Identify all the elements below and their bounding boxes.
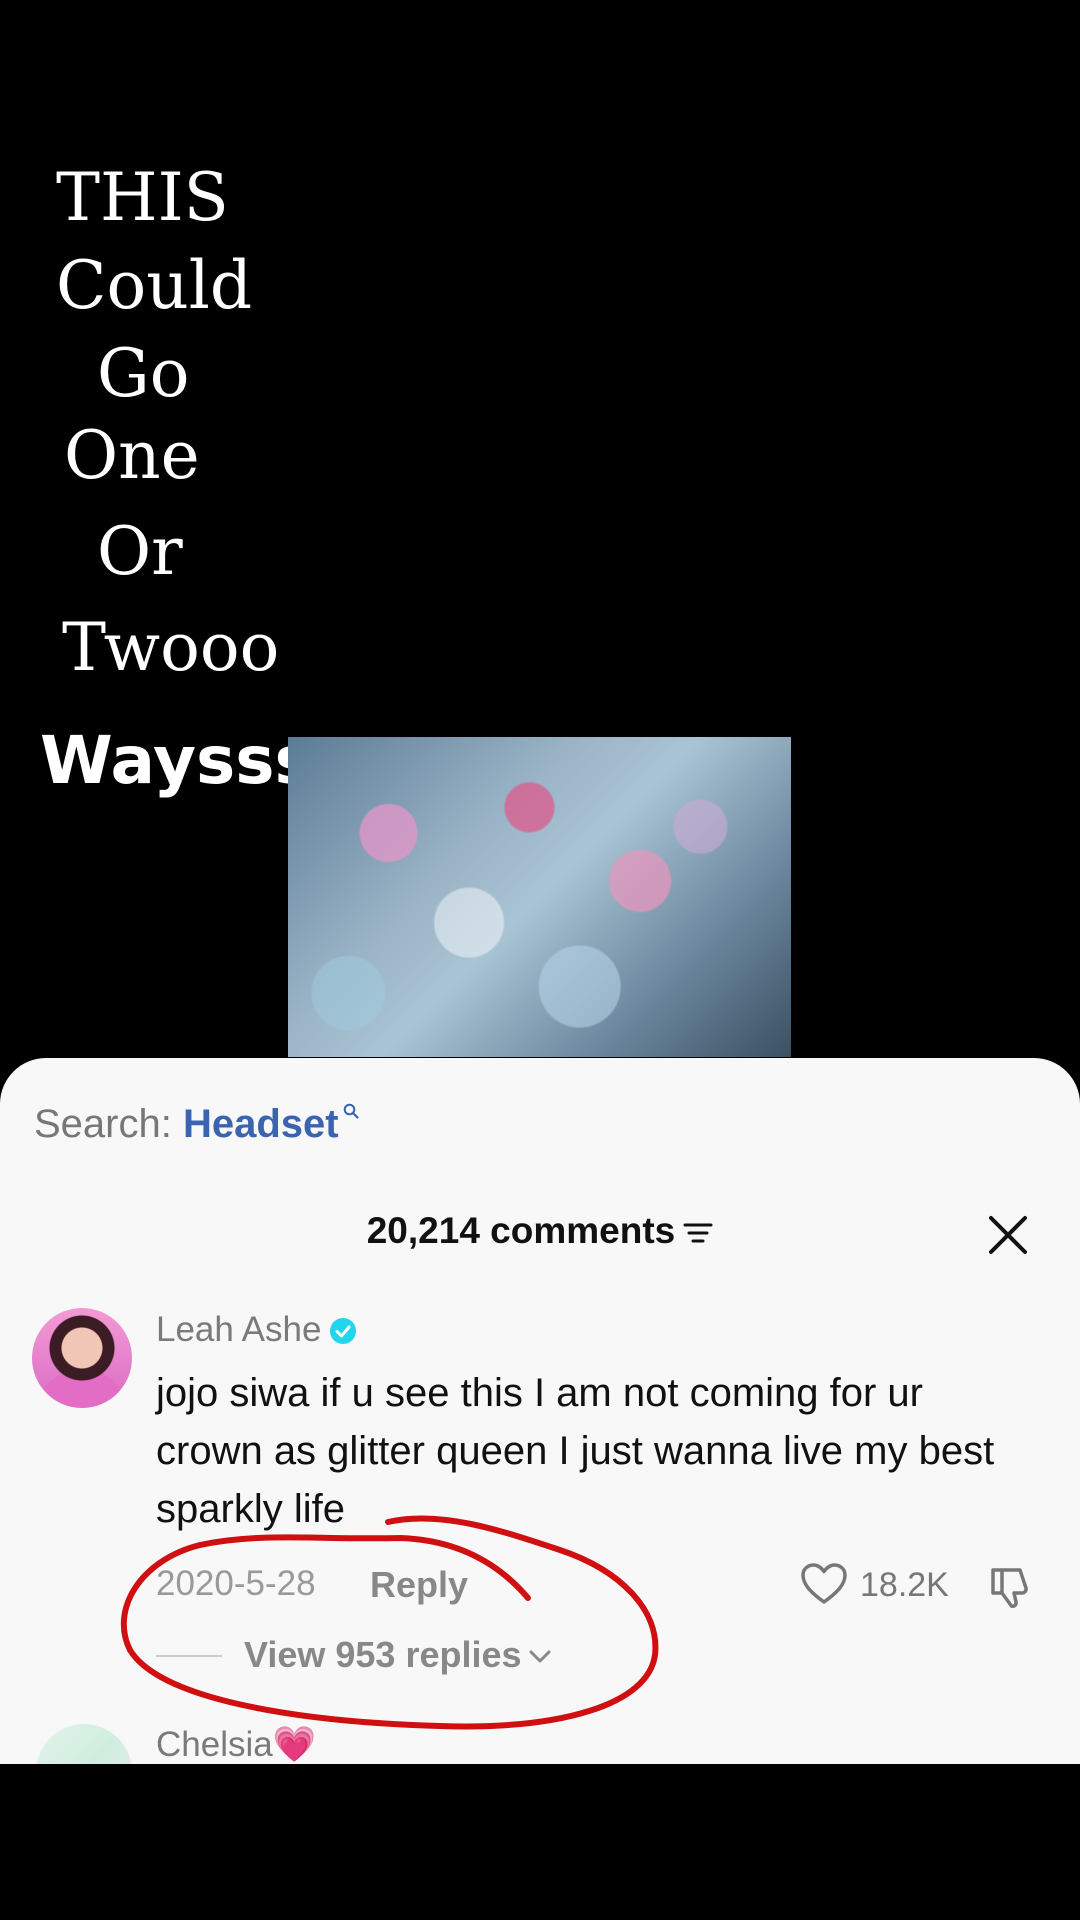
comment-text: jojo siwa if u see this I am not coming … — [156, 1371, 995, 1531]
username-text: Leah Ashe — [156, 1310, 322, 1349]
avatar[interactable] — [32, 1308, 132, 1408]
sort-filter-icon[interactable] — [683, 1220, 713, 1246]
avatar[interactable] — [36, 1724, 132, 1764]
comment-date: 2020-5-28 — [156, 1564, 316, 1603]
view-replies-label: View 953 replies — [244, 1634, 522, 1675]
verified-badge-icon — [330, 1318, 357, 1344]
comments-panel: Search: Headset 20,214 comments Leah Ash… — [0, 1058, 1080, 1764]
like-count: 18.2K — [860, 1566, 949, 1604]
comments-count: 20,214 comments — [366, 1210, 676, 1251]
reply-button[interactable]: Reply — [370, 1564, 468, 1606]
overlay-bold-word: Waysss — [40, 722, 314, 799]
overlay-line-2: Could — [56, 247, 253, 324]
view-replies-button[interactable]: View 953 replies — [244, 1634, 552, 1676]
comments-count-header: 20,214 comments — [0, 1210, 1080, 1252]
heart-icon[interactable] — [800, 1562, 848, 1606]
overlay-line-6: Twooo — [62, 609, 280, 686]
comment-username[interactable]: Leah Ashe — [156, 1310, 357, 1350]
search-label: Search: — [34, 1102, 172, 1146]
dislike-icon[interactable] — [988, 1562, 1036, 1610]
overlay-line-3: Go — [97, 335, 190, 412]
overlay-line-1: THIS — [56, 159, 229, 236]
replies-divider — [156, 1655, 222, 1657]
overlay-line-5: Or — [97, 513, 183, 590]
chevron-down-icon — [529, 1650, 551, 1663]
close-icon[interactable] — [986, 1213, 1030, 1257]
comment-username[interactable]: Chelsia💗 — [156, 1724, 316, 1764]
search-icon — [343, 1103, 359, 1119]
search-suggestion[interactable]: Search: Headset — [34, 1102, 359, 1147]
search-term-link[interactable]: Headset — [183, 1102, 339, 1146]
overlay-line-4: One — [64, 417, 200, 494]
video-frame[interactable] — [288, 737, 791, 1057]
